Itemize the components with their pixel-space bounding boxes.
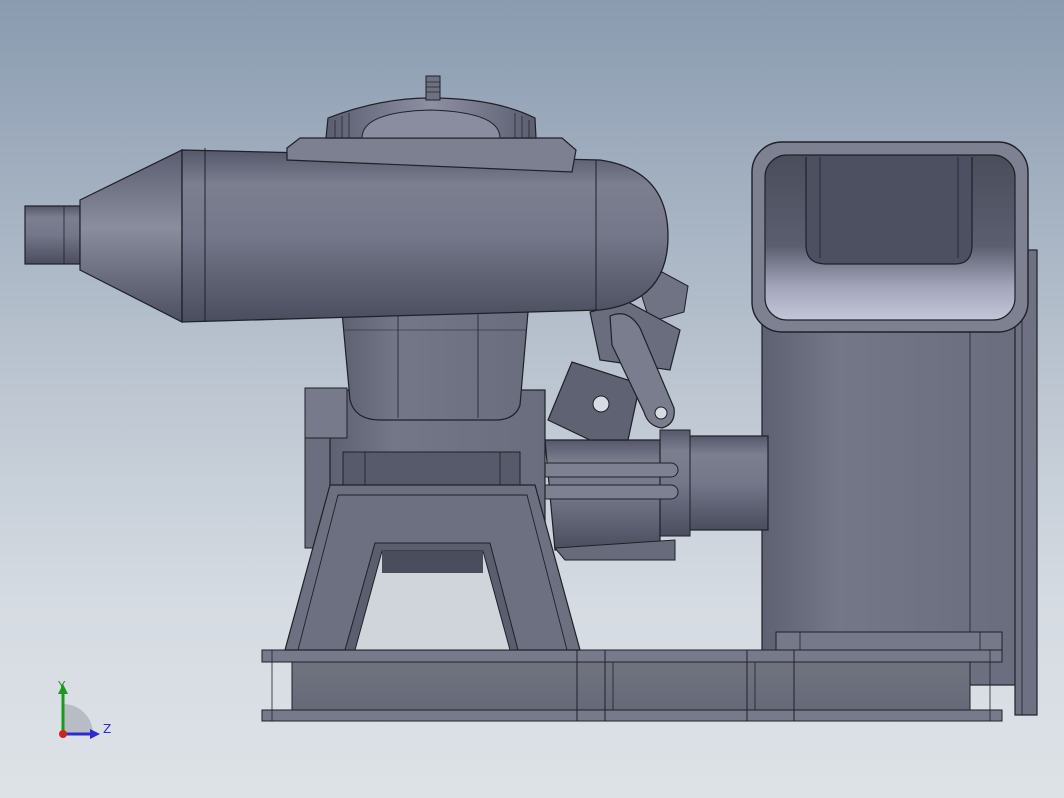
cad-model-assembly[interactable] xyxy=(0,0,1064,798)
base-frame[interactable] xyxy=(261,649,1003,722)
triad-plane-icon xyxy=(63,704,93,734)
y-axis-label: Y xyxy=(57,679,66,693)
shaft-coupling[interactable] xyxy=(539,429,769,561)
x-axis-icon xyxy=(59,730,67,738)
graphics-viewport[interactable]: Y Z xyxy=(0,0,1064,798)
cylinder-head[interactable] xyxy=(286,75,577,173)
engine-mount-bracket[interactable] xyxy=(284,484,581,651)
z-arrowhead-icon xyxy=(90,729,100,739)
fan-housing[interactable] xyxy=(751,141,1038,716)
view-orientation-triad[interactable]: Y Z xyxy=(50,676,120,746)
exhaust-muffler[interactable] xyxy=(24,148,669,323)
engine-cylinder[interactable] xyxy=(341,311,529,421)
z-axis-label: Z xyxy=(103,722,111,736)
